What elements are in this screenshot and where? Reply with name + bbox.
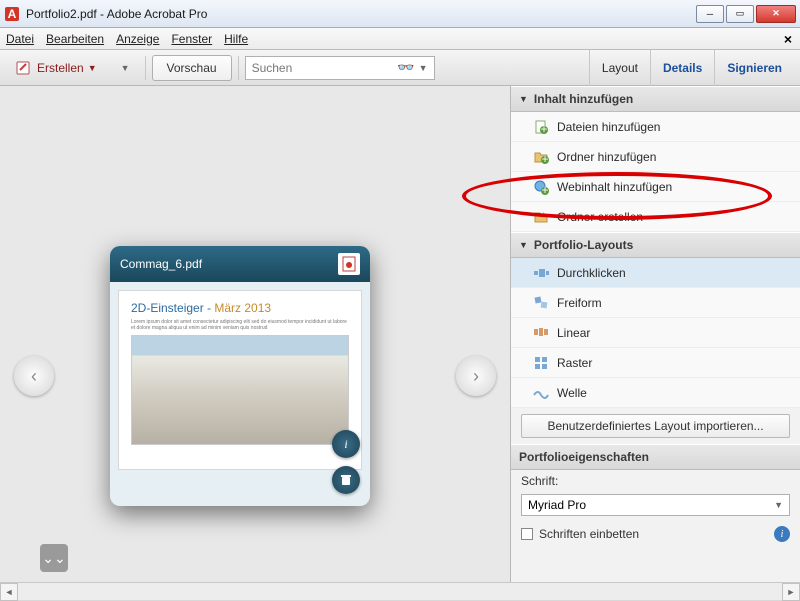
portfolio-card[interactable]: Commag_6.pdf 2D-Einsteiger - März 2013 L… xyxy=(110,246,370,506)
embed-fonts-row: Schriften einbetten i xyxy=(511,522,800,546)
layout-freiform[interactable]: Freiform xyxy=(511,288,800,318)
card-info-button[interactable]: i xyxy=(332,430,360,458)
menu-datei[interactable]: Datei xyxy=(6,32,34,46)
maximize-button[interactable]: ▭ xyxy=(726,5,754,23)
layout-label: Linear xyxy=(557,326,590,340)
create-label: Erstellen xyxy=(37,61,84,75)
chevron-down-icon: ▼ xyxy=(774,500,783,510)
caret-down-icon: ▼ xyxy=(519,240,528,250)
props-header[interactable]: Portfolioeigenschaften xyxy=(511,444,800,470)
minimize-button[interactable]: ─ xyxy=(696,5,724,23)
create-folder-item[interactable]: Ordner erstellen xyxy=(511,202,800,232)
layout-tab[interactable]: Layout xyxy=(589,50,650,86)
svg-text:A: A xyxy=(8,7,17,21)
preview-button[interactable]: Vorschau xyxy=(152,55,232,81)
svg-text:+: + xyxy=(541,183,548,195)
binoculars-icon[interactable]: 👓 xyxy=(397,59,414,76)
info-icon[interactable]: i xyxy=(774,526,790,542)
schrift-label: Schrift: xyxy=(521,474,558,488)
linear-icon xyxy=(533,325,549,341)
separator xyxy=(238,56,239,80)
embed-fonts-checkbox[interactable] xyxy=(521,528,533,540)
add-files-label: Dateien hinzufügen xyxy=(557,120,660,134)
svg-text:+: + xyxy=(540,122,547,135)
add-web-label: Webinhalt hinzufügen xyxy=(557,180,672,194)
layout-label: Durchklicken xyxy=(557,266,626,280)
layout-durchklicken[interactable]: Durchklicken xyxy=(511,258,800,288)
expand-button[interactable]: ⌄⌄ xyxy=(40,544,68,572)
doc-body-text: Lorem ipsum dolor sit amet consectetur a… xyxy=(131,319,349,331)
svg-text:+: + xyxy=(541,152,548,165)
folder-new-icon xyxy=(533,209,549,225)
horizontal-scrollbar[interactable]: ◄ ► xyxy=(0,582,800,600)
layout-label: Welle xyxy=(557,386,587,400)
separator xyxy=(145,56,146,80)
card-header: Commag_6.pdf xyxy=(110,246,370,282)
globe-add-icon: + xyxy=(533,179,549,195)
card-preview: 2D-Einsteiger - März 2013 Lorem ipsum do… xyxy=(118,290,362,470)
import-layout-button[interactable]: Benutzerdefiniertes Layout importieren..… xyxy=(521,414,790,438)
portfolio-canvas[interactable]: ‹ › ⌄⌄ Commag_6.pdf 2D-Einsteiger - März… xyxy=(0,86,510,582)
menubar: Datei Bearbeiten Anzeige Fenster Hilfe × xyxy=(0,28,800,50)
add-folder-label: Ordner hinzufügen xyxy=(557,150,656,164)
chevron-down-icon: ▼ xyxy=(88,63,97,73)
font-select[interactable]: Myriad Pro ▼ xyxy=(521,494,790,516)
layout-label: Raster xyxy=(557,356,592,370)
embed-fonts-label: Schriften einbetten xyxy=(539,527,639,541)
layout-label: Freiform xyxy=(557,296,602,310)
create-button[interactable]: Erstellen ▼ xyxy=(6,55,106,81)
folder-add-icon: + xyxy=(533,149,549,165)
layout-raster[interactable]: Raster xyxy=(511,348,800,378)
layout-welle[interactable]: Welle xyxy=(511,378,800,408)
add-files-item[interactable]: + Dateien hinzufügen xyxy=(511,112,800,142)
search-placeholder: Suchen xyxy=(252,61,293,75)
card-filename: Commag_6.pdf xyxy=(120,257,202,271)
menu-fenster[interactable]: Fenster xyxy=(171,32,212,46)
font-value: Myriad Pro xyxy=(528,498,586,512)
clickthrough-icon xyxy=(533,265,549,281)
close-button[interactable]: ✕ xyxy=(756,5,796,23)
signieren-tab[interactable]: Signieren xyxy=(714,50,794,86)
search-input[interactable]: Suchen 👓 ▼ xyxy=(245,56,435,80)
menu-anzeige[interactable]: Anzeige xyxy=(116,32,159,46)
pdf-app-icon: A xyxy=(4,6,20,22)
freeform-icon xyxy=(533,295,549,311)
file-add-icon: + xyxy=(533,119,549,135)
doc-image xyxy=(131,335,349,445)
add-web-item[interactable]: + Webinhalt hinzufügen xyxy=(511,172,800,202)
schrift-label-row: Schrift: xyxy=(511,470,800,492)
right-panel: ▼Inhalt hinzufügen + Dateien hinzufügen … xyxy=(510,86,800,582)
add-folder-item[interactable]: + Ordner hinzufügen xyxy=(511,142,800,172)
layout-linear[interactable]: Linear xyxy=(511,318,800,348)
prev-button[interactable]: ‹ xyxy=(14,356,54,396)
caret-down-icon: ▼ xyxy=(519,94,528,104)
menu-bearbeiten[interactable]: Bearbeiten xyxy=(46,32,104,46)
chevron-down-icon[interactable]: ▼ xyxy=(419,63,428,73)
toolbar-dropdown[interactable]: ▼ xyxy=(112,55,139,81)
layouts-header[interactable]: ▼Portfolio-Layouts xyxy=(511,232,800,258)
card-delete-button[interactable] xyxy=(332,466,360,494)
wave-icon xyxy=(533,385,549,401)
window-title: Portfolio2.pdf - Adobe Acrobat Pro xyxy=(26,7,207,21)
titlebar: A Portfolio2.pdf - Adobe Acrobat Pro ─ ▭… xyxy=(0,0,800,28)
menu-hilfe[interactable]: Hilfe xyxy=(224,32,248,46)
scroll-track[interactable] xyxy=(18,583,782,601)
grid-icon xyxy=(533,355,549,371)
scroll-left-button[interactable]: ◄ xyxy=(0,583,18,601)
wand-icon xyxy=(15,60,31,76)
pdf-icon xyxy=(338,253,360,275)
scroll-right-button[interactable]: ► xyxy=(782,583,800,601)
details-tab[interactable]: Details xyxy=(650,50,714,86)
doc-close-button[interactable]: × xyxy=(784,31,792,47)
create-folder-label: Ordner erstellen xyxy=(557,210,643,224)
doc-title: 2D-Einsteiger - März 2013 xyxy=(131,301,349,315)
next-button[interactable]: › xyxy=(456,356,496,396)
toolbar: Erstellen ▼ ▼ Vorschau Suchen 👓 ▼ Layout… xyxy=(0,50,800,86)
inhalt-header[interactable]: ▼Inhalt hinzufügen xyxy=(511,86,800,112)
